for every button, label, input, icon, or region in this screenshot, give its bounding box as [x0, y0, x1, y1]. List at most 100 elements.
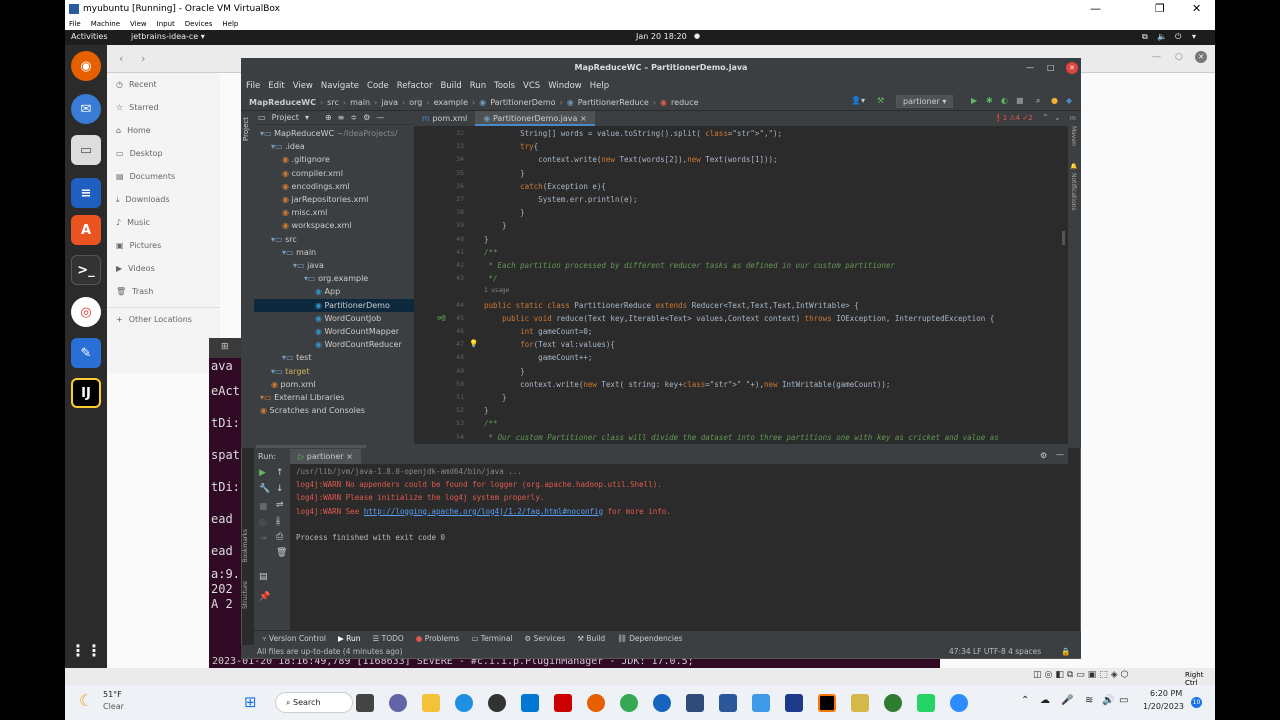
inspection-widget[interactable]: ❗1 ⚠4 ✓2: [994, 114, 1033, 122]
tree-item[interactable]: ▾▭ .idea: [254, 140, 414, 153]
code-line[interactable]: }: [484, 235, 489, 244]
run-tab-close-icon[interactable]: ×: [346, 452, 353, 461]
zoom-icon[interactable]: [653, 694, 671, 712]
activities-button[interactable]: Activities: [71, 32, 108, 41]
dell-icon[interactable]: [488, 694, 506, 712]
chrome-taskbar-icon[interactable]: [620, 694, 638, 712]
camera-icon[interactable]: ◎: [259, 518, 267, 528]
build-hammer-icon[interactable]: ⚒: [877, 96, 884, 105]
tool-terminal[interactable]: ▭ Terminal: [471, 634, 512, 643]
code-line[interactable]: /**: [484, 248, 498, 257]
wrench-icon[interactable]: 🔧: [259, 484, 270, 494]
console-link[interactable]: http://logging.apache.org/log4j/1.2/faq.…: [364, 507, 603, 516]
tool-todo[interactable]: ☰ TODO: [373, 634, 404, 643]
file-explorer-icon[interactable]: [422, 694, 440, 712]
sidebar-item-recent[interactable]: ◷ Recent: [107, 73, 220, 96]
status-position[interactable]: 47:34 LF UTF-8 4 spaces: [949, 647, 1041, 656]
tree-item[interactable]: ◉ misc.xml: [254, 206, 414, 219]
app-grid-icon[interactable]: ⋮⋮: [70, 635, 102, 665]
sidebar-item-pictures[interactable]: ▣ Pictures: [107, 234, 220, 257]
menu-run[interactable]: Run: [470, 81, 486, 91]
store-icon[interactable]: [521, 694, 539, 712]
debug-icon[interactable]: ✱: [986, 96, 993, 105]
whatsapp-icon[interactable]: [917, 694, 935, 712]
breadcrumb-item[interactable]: main: [350, 98, 370, 107]
intellij-taskbar-icon[interactable]: [818, 694, 836, 712]
coverage-icon[interactable]: ◐: [1001, 96, 1008, 105]
files-icon[interactable]: ▭: [71, 135, 101, 165]
breadcrumb-item[interactable]: example: [434, 98, 468, 107]
tool-run[interactable]: ▶ Run: [338, 634, 361, 643]
writer-icon[interactable]: ≡: [71, 178, 101, 208]
taskbar-date[interactable]: 1/20/2023: [1143, 702, 1184, 711]
taskbar-search[interactable]: ⌕ Search: [275, 692, 353, 713]
terminal-tab-icon[interactable]: ⊞: [221, 342, 229, 352]
code-line[interactable]: for(Text val:values){: [484, 340, 615, 349]
wifi-icon[interactable]: ≋: [1085, 695, 1093, 706]
bookmarks-tool-tab[interactable]: Bookmarks: [242, 529, 249, 563]
vbox-menu-devices[interactable]: Devices: [185, 20, 213, 28]
maven-tool-tab[interactable]: Maven: [1070, 126, 1077, 146]
code-line[interactable]: int gameCount=0;: [484, 327, 592, 336]
soft-wrap-icon[interactable]: ⇌: [276, 500, 284, 510]
menu-view[interactable]: View: [293, 81, 313, 91]
tool-version-control[interactable]: ⑂ Version Control: [262, 634, 326, 643]
weather-temp[interactable]: 51°F: [103, 690, 122, 699]
code-line[interactable]: public void reduce(Text key,Iterable<Tex…: [484, 314, 994, 323]
tree-item[interactable]: ▾▭ main: [254, 246, 414, 259]
tree-item[interactable]: ▾▭ target: [254, 365, 414, 378]
tree-item[interactable]: ▾▭ External Libraries: [254, 391, 414, 404]
code-line[interactable]: public static class PartitionerReduce ex…: [484, 301, 859, 310]
app-menu[interactable]: jetbrains-idea-ce ▾: [131, 32, 205, 41]
code-line[interactable]: }: [484, 208, 525, 217]
breadcrumb-item[interactable]: PartitionerDemo: [490, 98, 555, 107]
files-close-icon[interactable]: ✕: [1195, 51, 1207, 63]
back-icon[interactable]: ‹: [119, 52, 123, 65]
app-icon[interactable]: [851, 694, 869, 712]
windows-start-icon[interactable]: ⊞: [244, 693, 257, 711]
sidebar-item-home[interactable]: ⌂ Home: [107, 119, 220, 142]
menu-refactor[interactable]: Refactor: [397, 81, 433, 91]
tool-build[interactable]: ⚒ Build: [577, 634, 605, 643]
ide-maximize-icon[interactable]: □: [1047, 58, 1055, 78]
status-message[interactable]: All files are up-to-date (4 minutes ago): [257, 647, 403, 656]
user-icon[interactable]: 👤▾: [851, 96, 865, 105]
code-editor[interactable]: 32 String[] words = value.toString().spl…: [414, 126, 1068, 448]
run-console[interactable]: /usr/lib/jvm/java-1.8.0-openjdk-amd64/bi…: [290, 464, 1068, 630]
virtualbox-icon[interactable]: [686, 694, 704, 712]
power-icon[interactable]: ⏻: [1175, 32, 1181, 42]
bell-icon[interactable]: 🔔: [1070, 163, 1077, 170]
up-icon[interactable]: ↑: [276, 468, 284, 478]
tab-pom[interactable]: m pom.xml: [414, 111, 475, 126]
down-icon[interactable]: ↓: [276, 484, 284, 494]
code-line[interactable]: String[] words = value.toString().split(…: [484, 129, 782, 138]
cloud-icon[interactable]: ☁: [1040, 695, 1050, 706]
locate-icon[interactable]: ⊕: [325, 113, 332, 122]
chevron-up-icon[interactable]: ⌃: [1021, 695, 1029, 706]
menu-vcs[interactable]: VCS: [523, 81, 540, 91]
stop-run-icon[interactable]: ■: [259, 502, 268, 512]
breadcrumb-item[interactable]: reduce: [671, 98, 699, 107]
inspection-down-icon[interactable]: ⌄: [1054, 113, 1061, 122]
volume-icon[interactable]: 🔈: [1157, 32, 1167, 41]
tree-item[interactable]: ▾▭ java: [254, 259, 414, 272]
code-line[interactable]: catch(Exception e){: [484, 182, 606, 191]
vbox-menu-file[interactable]: File: [69, 20, 81, 28]
code-line[interactable]: }: [484, 367, 525, 376]
globe-icon[interactable]: [884, 694, 902, 712]
menu-code[interactable]: Code: [367, 81, 389, 91]
code-line[interactable]: }: [484, 393, 507, 402]
menu-file[interactable]: File: [246, 81, 260, 91]
text-editor-icon[interactable]: ✎: [71, 338, 101, 368]
menu-navigate[interactable]: Navigate: [321, 81, 359, 91]
tree-item[interactable]: ◉ Scratches and Consoles: [254, 404, 414, 417]
code-line[interactable]: }: [484, 169, 525, 178]
pin-icon[interactable]: 📌: [259, 592, 270, 602]
network-icon[interactable]: ⧉: [1142, 32, 1148, 42]
editor-scrollbar[interactable]: [1062, 231, 1065, 245]
print-icon[interactable]: ⎙: [276, 532, 283, 542]
tool-dependencies[interactable]: ⛓ Dependencies: [617, 634, 682, 643]
menu-window[interactable]: Window: [548, 81, 582, 91]
intellij-icon[interactable]: IJ: [71, 378, 101, 408]
task-view-icon[interactable]: [356, 694, 374, 712]
